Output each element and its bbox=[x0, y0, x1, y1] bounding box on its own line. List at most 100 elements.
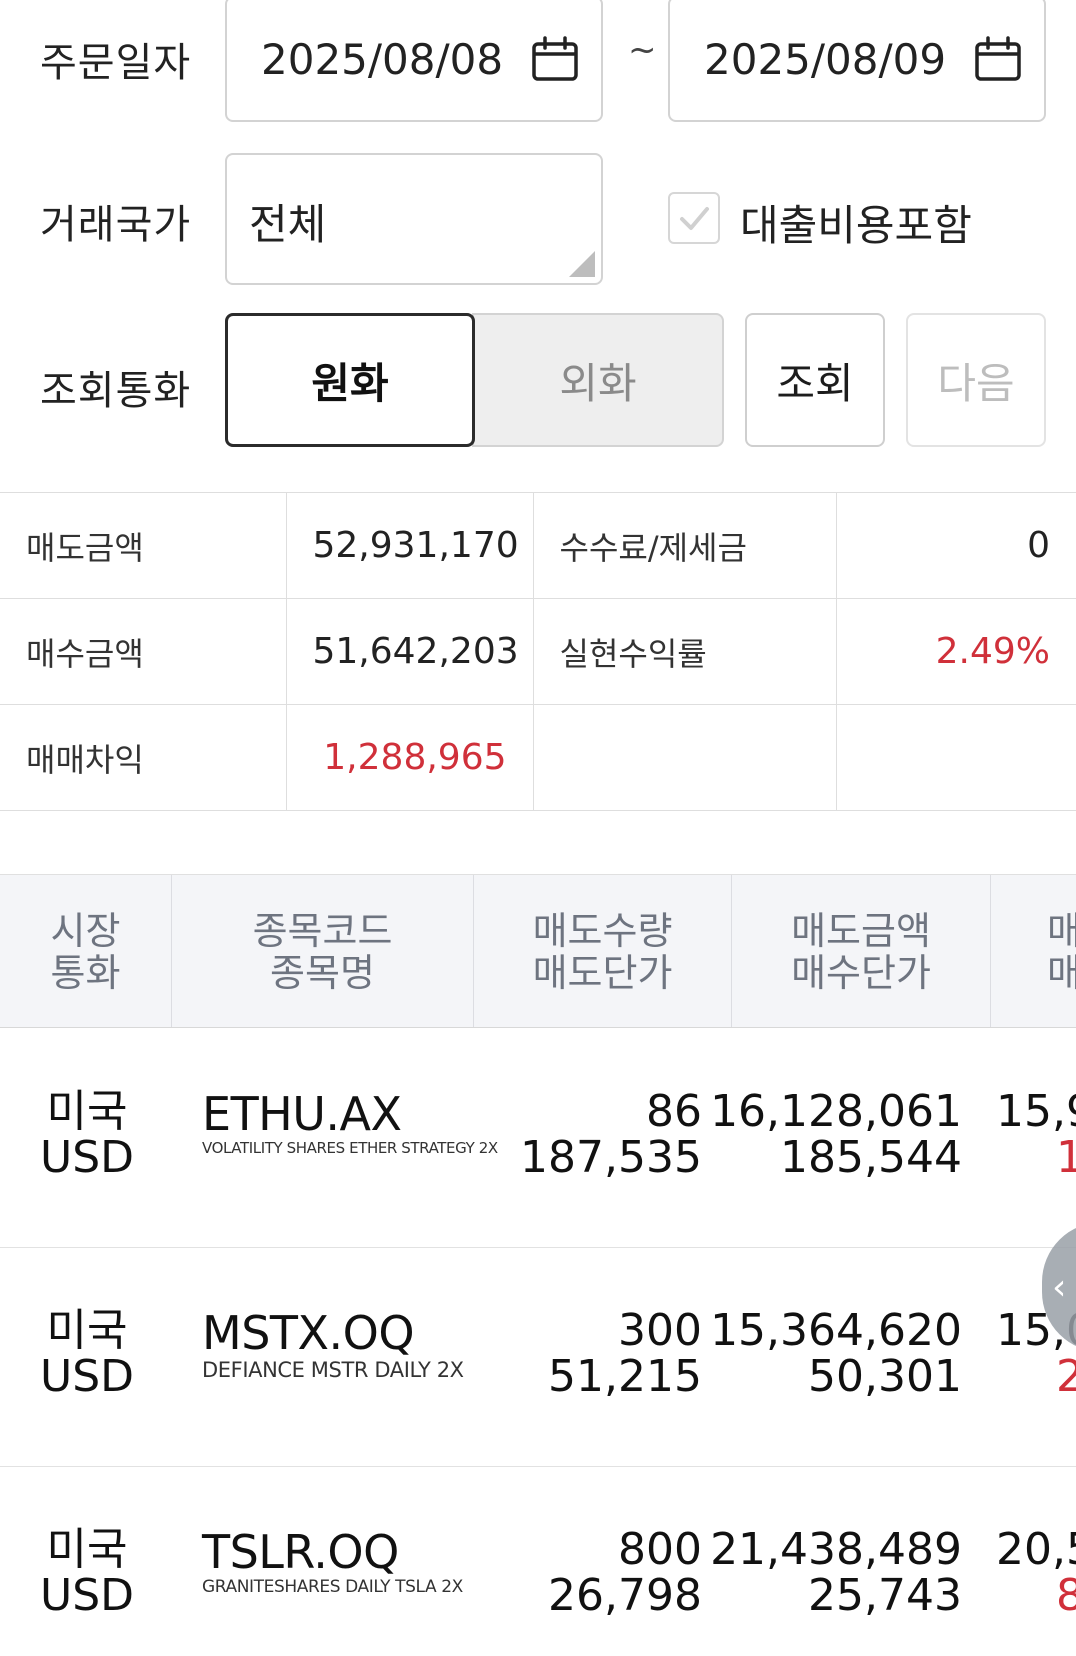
buy-amount-label: 매수금액 bbox=[0, 598, 286, 705]
sell-qty: 86 bbox=[646, 1086, 702, 1137]
include-loan-cost-checkbox[interactable] bbox=[668, 192, 720, 244]
date-from-field[interactable]: 2025/08/08 bbox=[225, 0, 603, 122]
cut-off-cell: 20,5 8 bbox=[996, 1527, 1076, 1619]
order-date-label: 주문일자 bbox=[40, 40, 192, 86]
sell-amount-label: 매도금액 bbox=[0, 492, 286, 599]
col-sell-amount-buy-price[interactable]: 매도금액 매수단가 bbox=[732, 875, 991, 1027]
country-label: 거래국가 bbox=[40, 202, 192, 248]
header-line: 매 bbox=[1047, 952, 1076, 994]
empty-cell bbox=[532, 704, 836, 811]
stock-name: GRANITESHARES DAILY TSLA 2X bbox=[202, 1577, 463, 1597]
market-currency-cell: 미국 USD bbox=[40, 1308, 134, 1400]
currency-text: USD bbox=[40, 1132, 135, 1183]
trade-table-body: 미국 USD ETHU.AX VOLATILITY SHARES ETHER S… bbox=[0, 1029, 1076, 1656]
stock-name: DEFIANCE MSTR DAILY 2X bbox=[202, 1358, 464, 1382]
header-line: 통화 bbox=[50, 951, 121, 995]
col-sell-qty-price[interactable]: 매도수량 매도단가 bbox=[474, 875, 732, 1027]
cut-off-top: 20,5 bbox=[996, 1524, 1076, 1575]
cut-off-bottom: 1 bbox=[996, 1135, 1076, 1181]
query-button[interactable]: 조회 bbox=[745, 313, 885, 447]
date-to-field[interactable]: 2025/08/09 bbox=[668, 0, 1046, 122]
buy-price: 50,301 bbox=[808, 1351, 962, 1402]
summary-row: 매매차익 1,288,965 bbox=[0, 704, 1076, 811]
date-to-value: 2025/08/09 bbox=[704, 34, 947, 84]
market-currency-cell: 미국 USD bbox=[40, 1527, 134, 1619]
sell-qty: 300 bbox=[618, 1305, 702, 1356]
date-range-separator: ~ bbox=[628, 30, 657, 70]
header-line: 매도수량 bbox=[532, 909, 673, 953]
stock-code: MSTX.OQ bbox=[202, 1306, 415, 1360]
header-line: 매도금액 bbox=[791, 909, 931, 953]
currency-text: USD bbox=[40, 1351, 135, 1402]
sell-amount-buy-price-cell: 21,438,489 25,743 bbox=[710, 1527, 962, 1619]
trade-table-header: 시장 통화 종목코드 종목명 매도수량 매도단가 매도금액 매수단가 매 매 bbox=[0, 874, 1076, 1028]
table-row[interactable]: 미국 USD TSLR.OQ GRANITESHARES DAILY TSLA … bbox=[0, 1467, 1076, 1656]
next-button[interactable]: 다음 bbox=[906, 313, 1046, 447]
currency-foreign-button[interactable]: 외화 bbox=[472, 313, 724, 447]
code-name-cell: MSTX.OQ DEFIANCE MSTR DAILY 2X bbox=[202, 1310, 464, 1382]
stock-code: TSLR.OQ bbox=[202, 1525, 399, 1579]
code-name-cell: TSLR.OQ GRANITESHARES DAILY TSLA 2X bbox=[202, 1529, 463, 1597]
trading-profit-value: 1,288,965 bbox=[285, 704, 533, 811]
header-line: 종목코드 bbox=[252, 909, 393, 953]
sell-amount-value: 52,931,170 bbox=[285, 492, 533, 599]
calendar-icon[interactable] bbox=[974, 36, 1022, 82]
table-row[interactable]: 미국 USD ETHU.AX VOLATILITY SHARES ETHER S… bbox=[0, 1029, 1076, 1248]
header-line: 종목명 bbox=[270, 951, 375, 995]
realized-return-value: 2.49% bbox=[835, 598, 1076, 705]
currency-text: USD bbox=[40, 1570, 135, 1621]
sell-qty-price-cell: 86 187,535 bbox=[520, 1089, 702, 1181]
cut-off-bottom: 8 bbox=[996, 1573, 1076, 1619]
market-text: 미국 bbox=[46, 1305, 128, 1356]
cut-off-bottom: 2 bbox=[996, 1354, 1076, 1400]
sell-price: 187,535 bbox=[520, 1132, 702, 1183]
stock-code: ETHU.AX bbox=[202, 1087, 402, 1141]
country-select[interactable]: 전체 bbox=[225, 153, 603, 285]
buy-price: 25,743 bbox=[808, 1570, 962, 1621]
sell-amount-buy-price-cell: 15,364,620 50,301 bbox=[710, 1308, 962, 1400]
stock-name: VOLATILITY SHARES ETHER STRATEGY 2X bbox=[202, 1139, 498, 1157]
date-from-value: 2025/08/08 bbox=[261, 34, 504, 84]
fee-tax-label: 수수료/제세금 bbox=[532, 492, 836, 599]
sell-qty: 800 bbox=[618, 1524, 702, 1575]
market-text: 미국 bbox=[46, 1086, 128, 1137]
chevron-left-icon: ‹ bbox=[1052, 1266, 1067, 1308]
fee-tax-value: 0 bbox=[835, 492, 1076, 599]
buy-price: 185,544 bbox=[780, 1132, 962, 1183]
market-currency-cell: 미국 USD bbox=[40, 1089, 134, 1181]
calendar-icon[interactable] bbox=[531, 36, 579, 82]
cut-off-cell: 15,9 1 bbox=[996, 1089, 1076, 1181]
sell-price: 51,215 bbox=[548, 1351, 702, 1402]
sell-amount-buy-price-cell: 16,128,061 185,544 bbox=[710, 1089, 962, 1181]
country-select-value: 전체 bbox=[249, 200, 327, 249]
market-text: 미국 bbox=[46, 1524, 128, 1575]
col-market-currency[interactable]: 시장 통화 bbox=[0, 875, 172, 1027]
sell-amount: 21,438,489 bbox=[710, 1524, 962, 1575]
buy-amount-value: 51,642,203 bbox=[285, 598, 533, 705]
empty-cell bbox=[835, 704, 1076, 811]
include-loan-cost-label[interactable]: 대출비용포함 bbox=[740, 192, 972, 253]
summary-row: 매도금액 52,931,170 수수료/제세금 0 bbox=[0, 492, 1076, 599]
currency-label: 조회통화 bbox=[40, 368, 192, 414]
dropdown-corner-icon bbox=[569, 251, 595, 277]
code-name-cell: ETHU.AX VOLATILITY SHARES ETHER STRATEGY… bbox=[202, 1091, 498, 1157]
summary-table: 매도금액 52,931,170 수수료/제세금 0 매수금액 51,642,20… bbox=[0, 492, 1076, 811]
sell-amount: 15,364,620 bbox=[710, 1305, 962, 1356]
sell-qty-price-cell: 800 26,798 bbox=[548, 1527, 702, 1619]
sell-qty-price-cell: 300 51,215 bbox=[548, 1308, 702, 1400]
table-row[interactable]: 미국 USD MSTX.OQ DEFIANCE MSTR DAILY 2X 30… bbox=[0, 1248, 1076, 1467]
col-code-name[interactable]: 종목코드 종목명 bbox=[172, 875, 474, 1027]
trading-profit-label: 매매차익 bbox=[0, 704, 286, 811]
header-line: 매수단가 bbox=[791, 951, 931, 995]
currency-krw-button[interactable]: 원화 bbox=[225, 313, 475, 447]
header-line: 매 bbox=[1047, 910, 1076, 952]
sell-amount: 16,128,061 bbox=[710, 1086, 962, 1137]
summary-row: 매수금액 51,642,203 실현수익률 2.49% bbox=[0, 598, 1076, 705]
header-line: 매도단가 bbox=[532, 951, 673, 995]
check-icon bbox=[680, 207, 709, 230]
sell-price: 26,798 bbox=[548, 1570, 702, 1621]
cut-off-top: 15,9 bbox=[996, 1086, 1076, 1137]
realized-return-label: 실현수익률 bbox=[532, 598, 836, 705]
col-cut-off[interactable]: 매 매 bbox=[991, 875, 1076, 1027]
header-line: 시장 bbox=[50, 909, 121, 953]
